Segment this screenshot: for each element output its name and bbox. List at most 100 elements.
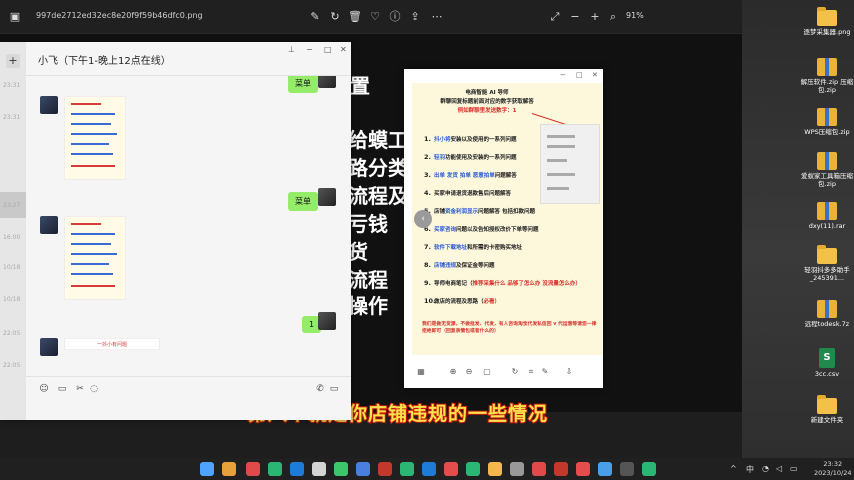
video-text: 货 <box>348 240 368 264</box>
taskbar-app-icon[interactable] <box>246 462 260 476</box>
zoom-in-icon[interactable]: + <box>588 10 602 24</box>
wifi-icon[interactable]: ◔ <box>762 464 769 473</box>
crop-icon[interactable]: ⌗ <box>526 367 536 377</box>
taskbar-app-icon[interactable] <box>334 462 348 476</box>
avatar[interactable] <box>40 338 58 356</box>
avatar[interactable] <box>318 76 336 88</box>
fullscreen-icon[interactable]: ⤢ <box>548 10 562 24</box>
desktop-icon-folder[interactable]: 轻羽抖多多助手_245391... <box>800 245 854 282</box>
zoom-out-icon[interactable]: − <box>568 10 582 24</box>
minimize-icon[interactable]: − <box>560 71 566 79</box>
taskbar-app-icon[interactable] <box>532 462 546 476</box>
info-icon[interactable]: ⓘ <box>388 10 402 24</box>
desktop-icon-label: WPS压缩包.zip <box>804 128 850 136</box>
taskbar-app-icon[interactable] <box>444 462 458 476</box>
actual-size-icon[interactable]: ▢ <box>482 367 492 377</box>
battery-icon[interactable]: ▭ <box>790 464 798 473</box>
delete-icon[interactable]: 🗑 <box>348 10 362 24</box>
video-text: 亏钱 <box>348 212 388 236</box>
taskbar-app-icon[interactable] <box>466 462 480 476</box>
pen-icon[interactable]: ✎ <box>540 367 550 377</box>
edge-icon[interactable] <box>222 462 236 476</box>
chevron-up-icon[interactable]: ^ <box>730 464 737 473</box>
zip-icon <box>817 152 837 170</box>
desktop-icon-zip[interactable]: 远程todesk.7z <box>800 300 854 328</box>
doc-item: 2. 轻羽功能使用及安装的一系列问题 <box>424 153 517 161</box>
favorite-icon[interactable]: ♡ <box>368 10 382 24</box>
gallery-icon[interactable]: ▦ <box>416 367 426 377</box>
zoom-level: 91% <box>626 11 644 20</box>
chat-header: 小飞（下午1-晚上12点在线） ⊥ − □ ✕ <box>26 42 351 76</box>
link-message[interactable]: 一抖小有问题 <box>64 338 160 350</box>
rotate-icon[interactable]: ↻ <box>328 10 342 24</box>
more-icon[interactable]: ⋯ <box>430 10 444 24</box>
taskbar-app-icon[interactable] <box>290 462 304 476</box>
scissors-icon[interactable]: ✂ <box>74 383 86 395</box>
taskbar-app-icon[interactable] <box>356 462 370 476</box>
preview-image: 电商智能 AI 导师 群聊回复标题前面对应的数字获取解答 例如群聊里发送数字：1… <box>412 83 602 355</box>
image-message[interactable] <box>64 96 126 180</box>
pin-icon[interactable]: ⊥ <box>288 45 295 54</box>
maximize-icon[interactable]: □ <box>324 45 332 54</box>
desktop-icon-label: 爱蚁家工具箱压缩包.zip <box>801 172 853 188</box>
taskbar-app-icon[interactable] <box>576 462 590 476</box>
avatar[interactable] <box>318 188 336 206</box>
terminal-icon[interactable] <box>620 462 634 476</box>
taskbar-app-icon[interactable] <box>312 462 326 476</box>
wechat-icon[interactable] <box>642 462 656 476</box>
desktop-icon-label: 新建文件夹 <box>810 416 844 424</box>
zip-icon <box>817 108 837 126</box>
share-icon[interactable]: ⇪ <box>408 10 422 24</box>
phone-icon[interactable]: ✆ <box>314 383 326 395</box>
taskbar-app-icon[interactable] <box>378 462 392 476</box>
photos-icon[interactable] <box>598 462 612 476</box>
close-icon[interactable]: ✕ <box>592 71 598 79</box>
folder-icon[interactable]: ▭ <box>56 383 68 395</box>
avatar[interactable] <box>40 216 58 234</box>
message-bubble-sent[interactable]: 菜单 <box>288 76 318 93</box>
input-language[interactable]: 中 <box>746 464 754 475</box>
add-icon[interactable]: + <box>6 54 20 68</box>
taskbar-app-icon[interactable] <box>510 462 524 476</box>
chat-list-time: 22:05 <box>3 330 21 337</box>
desktop-icon-zip[interactable]: 爱蚁家工具箱压缩包.zip <box>800 152 854 188</box>
close-icon[interactable]: ✕ <box>340 45 347 54</box>
search-icon[interactable]: ⌕ <box>606 10 620 24</box>
desktop-icon-csv[interactable]: S 3cc.csv <box>800 348 854 378</box>
image-message[interactable] <box>64 216 126 300</box>
rotate-icon[interactable]: ↻ <box>510 367 520 377</box>
desktop-icon-zip[interactable]: WPS压缩包.zip <box>800 108 854 136</box>
start-icon[interactable] <box>200 462 214 476</box>
video-text: 置 <box>350 74 370 98</box>
wps-icon[interactable] <box>554 462 568 476</box>
chat-list-time: 23:31 <box>3 114 21 121</box>
message-bubble-sent[interactable]: 菜单 <box>288 192 318 211</box>
desktop-icon-folder[interactable]: 新建文件夹 <box>800 395 854 424</box>
explorer-icon[interactable] <box>488 462 502 476</box>
message-list: 菜单 菜单 1 一抖小有问题 <box>26 76 351 376</box>
desktop-icon-zip[interactable]: 解压软件.zip 压缩包.zip <box>800 58 854 94</box>
chat-history-icon[interactable]: ◌ <box>88 383 100 395</box>
doc-item: 10.做店的流程及思路（必看） <box>424 297 501 305</box>
previous-image-button[interactable]: ‹ <box>414 210 432 228</box>
clock[interactable]: 23:32 2023/10/24 <box>814 460 851 478</box>
download-icon[interactable]: ⇩ <box>564 367 574 377</box>
chat-title: 小飞（下午1-晚上12点在线） <box>38 56 171 67</box>
video-call-icon[interactable]: ▭ <box>328 383 340 395</box>
taskbar-app-icon[interactable] <box>268 462 282 476</box>
maximize-icon[interactable]: □ <box>576 71 583 79</box>
volume-icon[interactable]: ◁ <box>776 464 782 473</box>
edit-icon[interactable]: ✎ <box>308 10 322 24</box>
zoom-in-icon[interactable]: ⊕ <box>448 367 458 377</box>
avatar[interactable] <box>40 96 58 114</box>
word-icon[interactable] <box>422 462 436 476</box>
zoom-out-icon[interactable]: ⊖ <box>464 367 474 377</box>
clock-date: 2023/10/24 <box>814 469 852 477</box>
emoji-icon[interactable]: ☺ <box>38 383 50 395</box>
avatar[interactable] <box>318 312 336 330</box>
taskbar-app-icon[interactable] <box>400 462 414 476</box>
minimize-icon[interactable]: − <box>306 45 313 54</box>
viewer-filename: 997de2712ed32ec8e20f9f59b46dfc0.png <box>36 11 203 20</box>
desktop-icon-zip[interactable]: dxy(11).rar <box>800 202 854 230</box>
desktop-icon-folder[interactable]: 逐梦采集器.png <box>800 7 854 36</box>
